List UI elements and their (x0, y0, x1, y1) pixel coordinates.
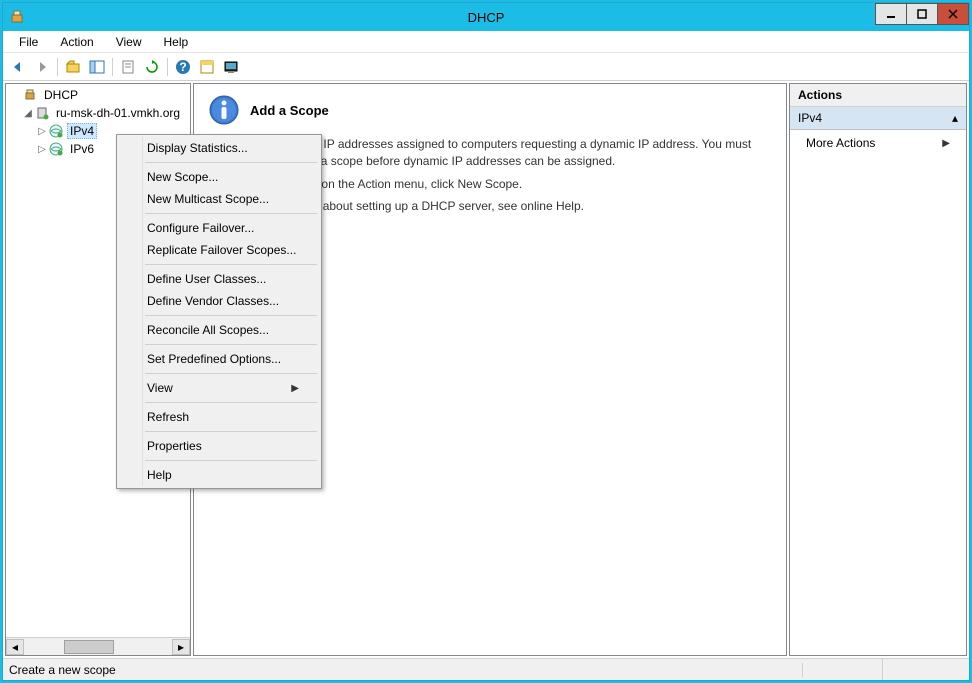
context-menu-item[interactable]: Configure Failover... (119, 217, 319, 239)
scroll-right-icon[interactable]: ▸ (172, 639, 190, 655)
context-menu-item[interactable]: New Multicast Scope... (119, 188, 319, 210)
menu-separator (145, 373, 317, 374)
context-menu-item[interactable]: New Scope... (119, 166, 319, 188)
menu-separator (145, 431, 317, 432)
menu-item-label: Replicate Failover Scopes... (147, 243, 296, 257)
titlebar: DHCP (3, 3, 969, 31)
menu-item-label: View (147, 381, 173, 395)
svg-text:?: ? (179, 60, 186, 74)
menu-help[interactable]: Help (154, 33, 199, 51)
collapse-icon: ▴ (952, 111, 958, 125)
back-button[interactable] (7, 56, 29, 78)
menu-action[interactable]: Action (50, 33, 103, 51)
tree-label: ru-msk-dh-01.vmkh.org (53, 106, 183, 120)
context-menu: Display Statistics... New Scope... New Mul… (116, 134, 322, 489)
show-hide-tree-button[interactable] (86, 56, 108, 78)
context-menu-item[interactable]: Help (119, 464, 319, 486)
menu-item-label: Help (147, 468, 172, 482)
submenu-arrow-icon: ▶ (291, 383, 299, 394)
more-actions-row[interactable]: More Actions ▶ (790, 130, 966, 156)
tree-root-dhcp[interactable]: DHCP (8, 86, 188, 104)
menu-item-label: New Multicast Scope... (147, 192, 269, 206)
window-controls (876, 3, 969, 25)
menu-item-label: New Scope... (147, 170, 218, 184)
menu-item-label: Define Vendor Classes... (147, 294, 279, 308)
forward-button[interactable] (31, 56, 53, 78)
menu-item-label: Set Predefined Options... (147, 352, 281, 366)
scroll-left-icon[interactable]: ◂ (6, 639, 24, 655)
actions-section-label: IPv4 (798, 111, 822, 125)
close-button[interactable] (937, 3, 969, 25)
scroll-track[interactable] (24, 639, 172, 655)
tree-label: IPv6 (67, 142, 97, 156)
menu-view[interactable]: View (106, 33, 152, 51)
chevron-right-icon: ▶ (942, 138, 950, 149)
details-header: Add a Scope (208, 94, 772, 126)
status-text: Create a new scope (9, 663, 803, 677)
actions-section[interactable]: IPv4 ▴ (790, 107, 966, 130)
scroll-thumb[interactable] (64, 640, 114, 654)
dhcp-icon (22, 87, 38, 103)
context-menu-item[interactable]: Replicate Failover Scopes... (119, 239, 319, 261)
menu-item-label: Display Statistics... (147, 141, 248, 155)
context-menu-item[interactable]: Define Vendor Classes... (119, 290, 319, 312)
expand-icon[interactable]: ▷ (36, 144, 48, 155)
toolbar-separator (57, 58, 58, 76)
details-title: Add a Scope (250, 103, 329, 118)
menu-item-label: Configure Failover... (147, 221, 254, 235)
collapse-icon[interactable]: ◢ (22, 108, 34, 119)
tree-scrollbar[interactable]: ◂ ▸ (6, 637, 190, 655)
ipv6-icon (48, 141, 64, 157)
up-button[interactable] (62, 56, 84, 78)
maximize-button[interactable] (906, 3, 938, 25)
context-menu-item[interactable]: Set Predefined Options... (119, 348, 319, 370)
tree-server[interactable]: ◢ ru-msk-dh-01.vmkh.org (8, 104, 188, 122)
info-icon (208, 94, 240, 126)
toolbar-separator (112, 58, 113, 76)
toolbar-separator (167, 58, 168, 76)
window-title: DHCP (468, 10, 505, 25)
expand-icon[interactable]: ▷ (36, 126, 48, 137)
menu-separator (145, 162, 317, 163)
menu-item-label: Define User Classes... (147, 272, 266, 286)
menu-separator (145, 213, 317, 214)
properties-button[interactable] (117, 56, 139, 78)
statusbar: Create a new scope (3, 658, 969, 680)
context-menu-item[interactable]: Display Statistics... (119, 137, 319, 159)
menubar: File Action View Help (3, 31, 969, 53)
help-button[interactable]: ? (172, 56, 194, 78)
menu-file[interactable]: File (9, 33, 48, 51)
menu-item-label: Properties (147, 439, 202, 453)
refresh-button[interactable] (141, 56, 163, 78)
view-button-2[interactable] (220, 56, 242, 78)
status-cell (883, 659, 963, 680)
menu-separator (145, 315, 317, 316)
tree-label: IPv4 (67, 123, 97, 139)
actions-panel: Actions IPv4 ▴ More Actions ▶ (789, 83, 967, 656)
menu-separator (145, 402, 317, 403)
menu-separator (145, 344, 317, 345)
context-menu-item[interactable]: Define User Classes... (119, 268, 319, 290)
view-button-1[interactable] (196, 56, 218, 78)
ipv4-icon (48, 123, 64, 139)
context-menu-item[interactable]: Properties (119, 435, 319, 457)
menu-separator (145, 264, 317, 265)
app-icon (9, 9, 25, 25)
context-menu-item[interactable]: Reconcile All Scopes... (119, 319, 319, 341)
status-cell (803, 659, 883, 680)
menu-item-label: Refresh (147, 410, 189, 424)
menu-separator (145, 460, 317, 461)
tree-label: DHCP (41, 88, 81, 102)
toolbar: ? (3, 53, 969, 81)
minimize-button[interactable] (875, 3, 907, 25)
more-actions-label: More Actions (806, 136, 875, 150)
context-menu-item[interactable]: Refresh (119, 406, 319, 428)
menu-item-label: Reconcile All Scopes... (147, 323, 269, 337)
context-menu-item[interactable]: View ▶ (119, 377, 319, 399)
server-icon (34, 105, 50, 121)
actions-header: Actions (790, 84, 966, 107)
